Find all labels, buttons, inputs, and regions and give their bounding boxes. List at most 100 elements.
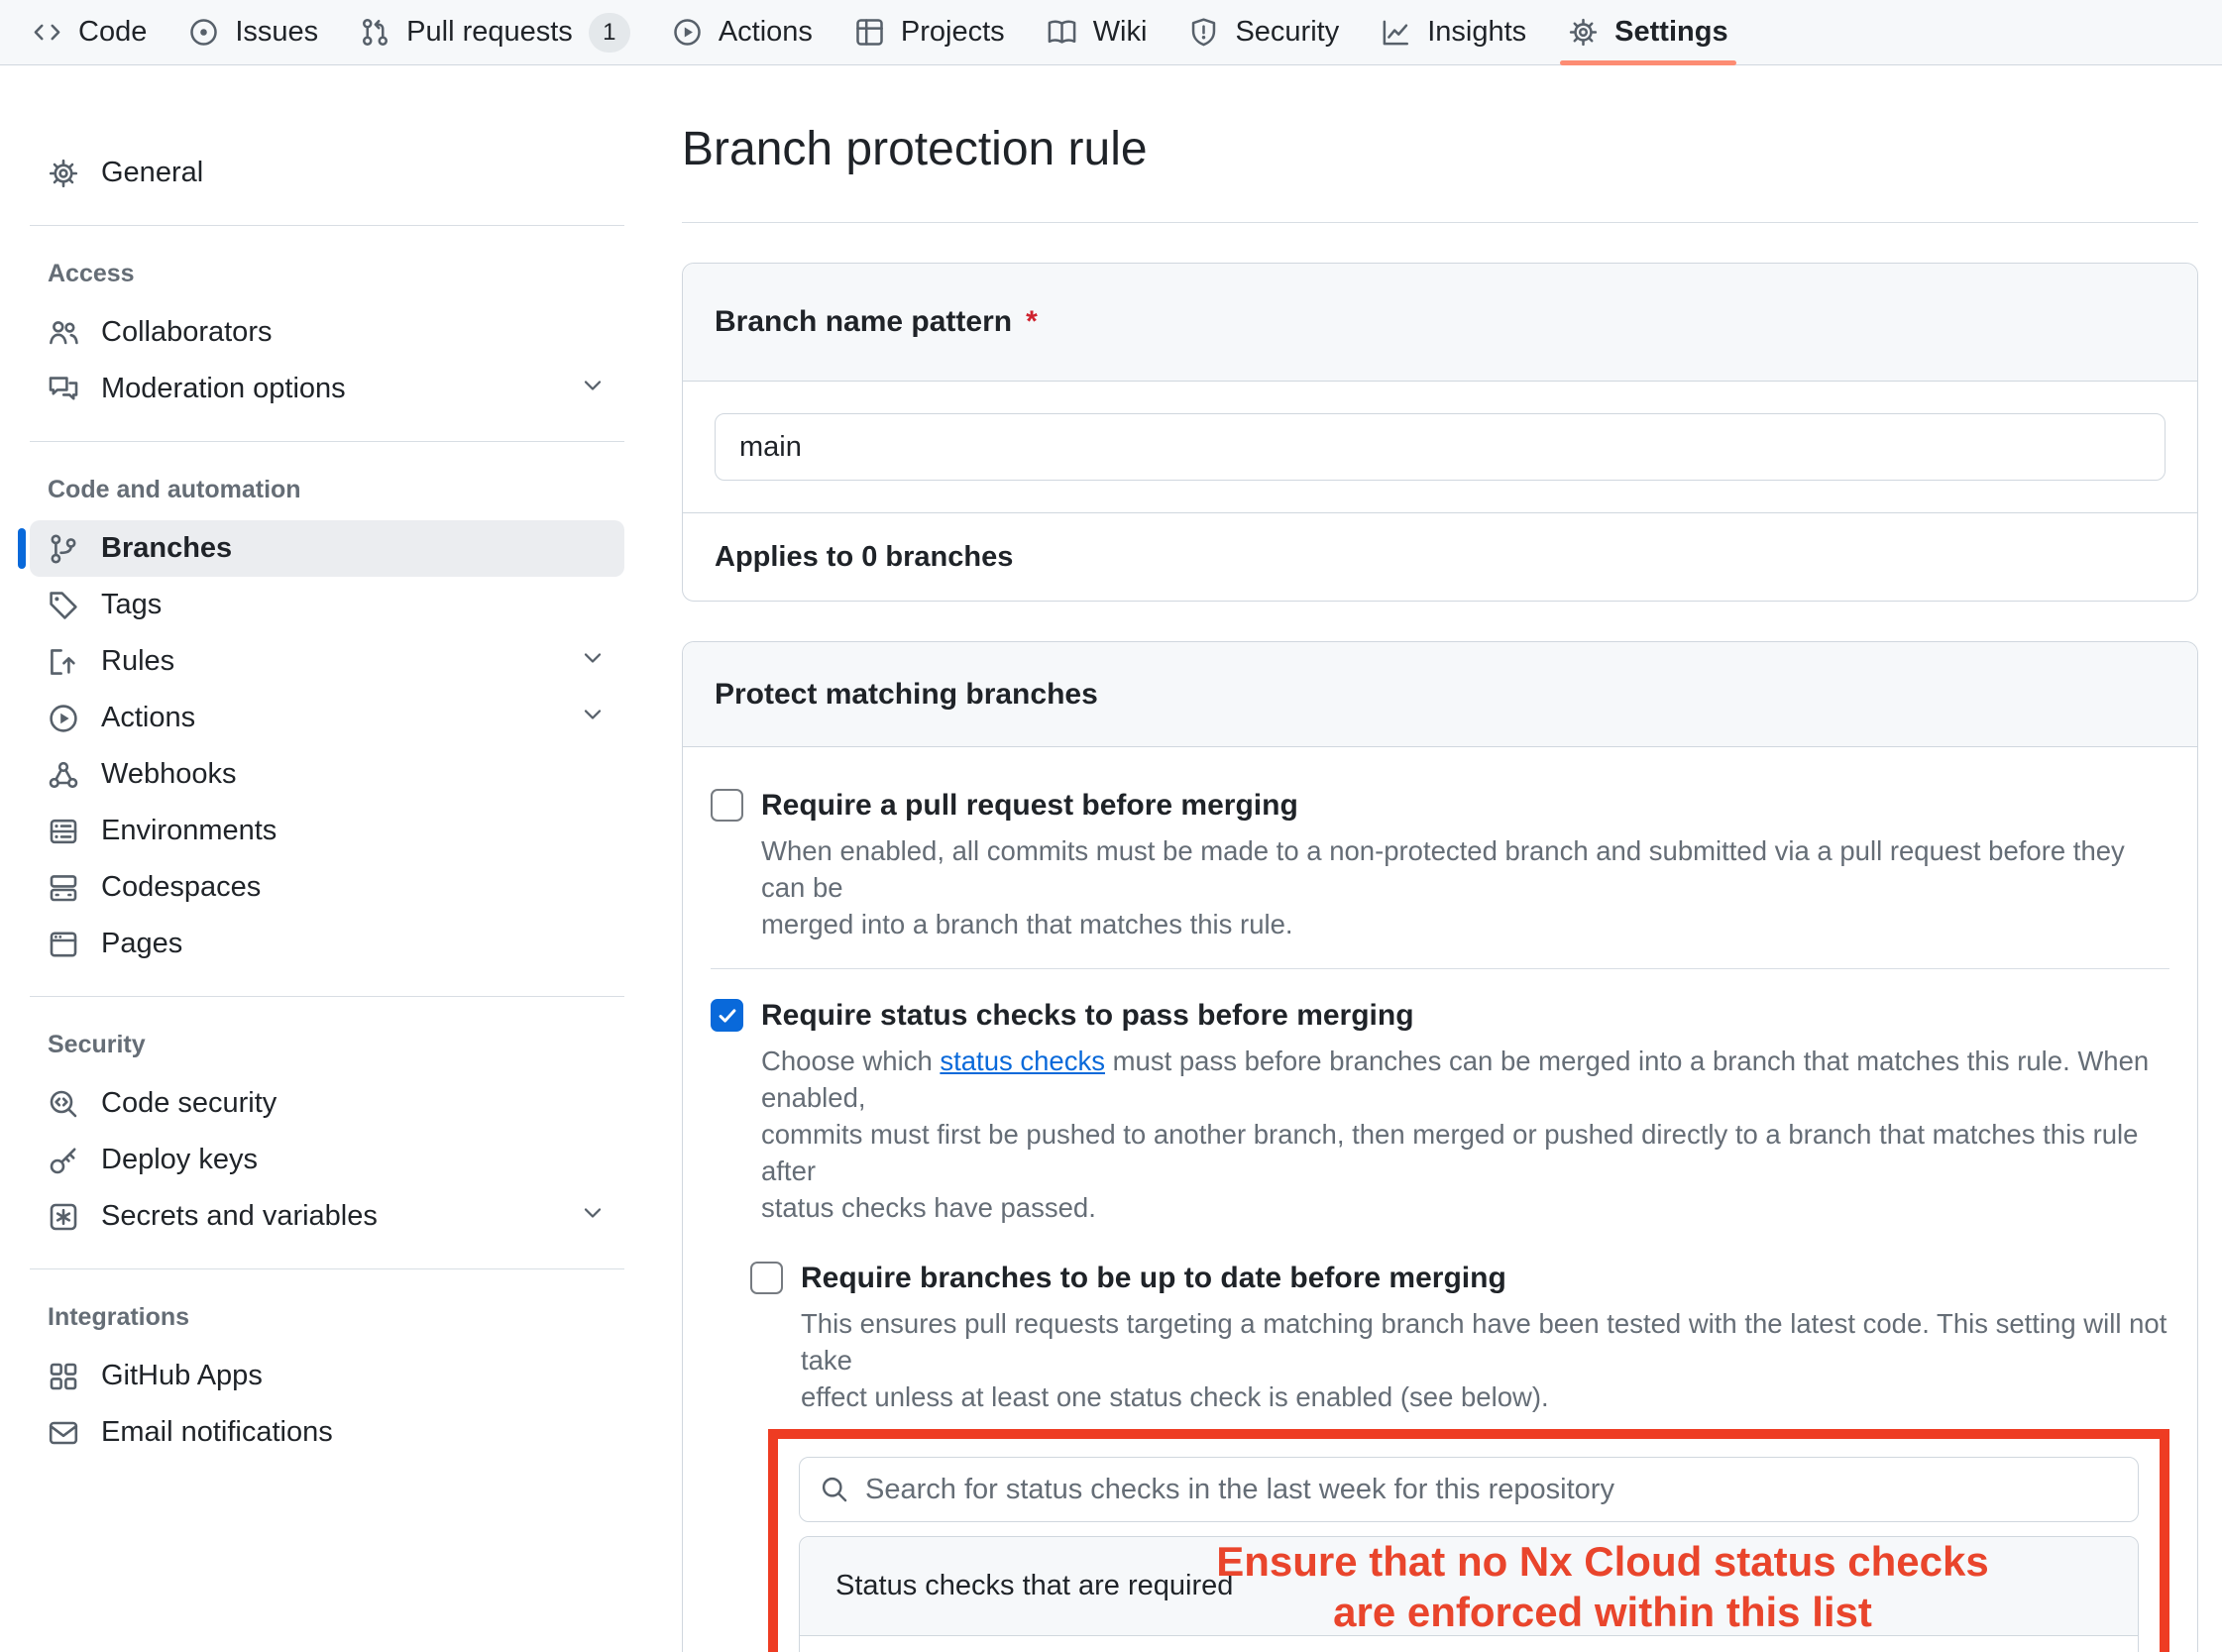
required-asterisk: * (1026, 305, 1038, 339)
branch-name-pattern-card: Branch name pattern * Applies to 0 branc… (682, 263, 2198, 602)
chevron-down-icon[interactable] (579, 372, 607, 407)
sidebar-item-label: Collaborators (101, 316, 272, 349)
graph-icon (1381, 17, 1411, 48)
tab-wiki[interactable]: Wiki (1029, 0, 1166, 64)
chevron-down-icon[interactable] (579, 644, 607, 680)
sidebar-item-label: Branches (101, 532, 232, 565)
sidebar-item-label: Secrets and variables (101, 1200, 378, 1233)
require-pull-request-section: Require a pull request before merging Wh… (711, 785, 2169, 968)
require-up-to-date-checkbox[interactable] (750, 1262, 783, 1294)
chevron-down-icon[interactable] (579, 701, 607, 736)
chevron-down-icon[interactable] (579, 1199, 607, 1235)
sidebar-item-moderation-options[interactable]: Moderation options (30, 361, 624, 417)
tab-label: Issues (235, 16, 318, 49)
tab-label: Insights (1427, 16, 1526, 49)
sidebar-divider (30, 441, 624, 442)
tab-label: Code (78, 16, 147, 49)
annotation-text: Ensure that no Nx Cloud status checks ar… (1127, 1536, 2078, 1637)
require-pull-request-label: Require a pull request before merging (761, 785, 1298, 826)
webhook-icon (48, 759, 79, 791)
sidebar-item-webhooks[interactable]: Webhooks (30, 746, 624, 803)
status-check-search-input[interactable] (799, 1457, 2139, 1522)
sidebar-item-label: Code security (101, 1087, 277, 1120)
people-icon (48, 317, 79, 349)
server-icon (48, 816, 79, 847)
tab-security[interactable]: Security (1170, 0, 1357, 64)
sidebar-item-codespaces[interactable]: Codespaces (30, 859, 624, 916)
sidebar-item-github-apps[interactable]: GitHub Apps (30, 1348, 624, 1404)
branch-protection-content: Branch protection rule Branch name patte… (682, 65, 2198, 1652)
sidebar-item-secrets-and-variables[interactable]: Secrets and variables (30, 1188, 624, 1245)
require-status-checks-checkbox[interactable] (711, 999, 743, 1032)
tab-label: Pull requests (406, 16, 573, 49)
codescan-icon (48, 1088, 79, 1120)
required-status-checks-header: Status checks that are required Ensure t… (800, 1537, 2138, 1636)
require-up-to-date-section: Require branches to be up to date before… (750, 1258, 2169, 1652)
codespaces-icon (48, 872, 79, 904)
tab-label: Wiki (1093, 16, 1148, 49)
status-checks-link[interactable]: status checks (940, 1046, 1105, 1076)
sidebar-item-deploy-keys[interactable]: Deploy keys (30, 1132, 624, 1188)
sidebar-section-title: Code and automation (48, 476, 654, 504)
sidebar-divider (30, 1268, 624, 1269)
branch-name-pattern-header: Branch name pattern * (683, 264, 2197, 382)
tab-label: Security (1235, 16, 1339, 49)
applies-to-branches-text: Applies to 0 branches (715, 541, 1013, 574)
sidebar-item-label: Email notifications (101, 1416, 333, 1449)
sidebar-item-collaborators[interactable]: Collaborators (30, 304, 624, 361)
tab-insights[interactable]: Insights (1363, 0, 1544, 64)
protect-matching-branches-card: Protect matching branches Require a pull… (682, 641, 2198, 1652)
book-icon (1047, 17, 1077, 48)
secret-asterisk-icon (48, 1201, 79, 1233)
sidebar-item-environments[interactable]: Environments (30, 803, 624, 859)
apps-icon (48, 1361, 79, 1392)
sidebar-section-title: Integrations (48, 1303, 654, 1332)
play-icon (48, 703, 79, 734)
require-up-to-date-description: This ensures pull requests targeting a m… (801, 1305, 2169, 1415)
tab-label: Projects (901, 16, 1005, 49)
sidebar-item-label: Actions (101, 702, 195, 734)
mail-icon (48, 1417, 79, 1449)
tab-pull-requests[interactable]: Pull requests 1 (342, 0, 648, 64)
pull-request-count-badge: 1 (589, 13, 630, 53)
require-status-checks-section: Require status checks to pass before mer… (711, 968, 2169, 1652)
sidebar-item-label: Tags (101, 589, 162, 621)
sidebar-item-code-security[interactable]: Code security (30, 1075, 624, 1132)
sidebar-item-pages[interactable]: Pages (30, 916, 624, 972)
shield-icon (1188, 17, 1219, 48)
page-title: Branch protection rule (682, 121, 2198, 178)
gear-icon (48, 158, 79, 189)
sidebar-item-label: Codespaces (101, 871, 261, 904)
sidebar-item-tags[interactable]: Tags (30, 577, 624, 633)
require-up-to-date-label: Require branches to be up to date before… (801, 1258, 1506, 1298)
sidebar-section-title: Security (48, 1031, 654, 1059)
sidebar-item-rules[interactable]: Rules (30, 633, 624, 690)
sidebar-section-title: Access (48, 260, 654, 288)
require-status-checks-description: Choose which status checks must pass bef… (761, 1043, 2169, 1226)
sidebar-item-label: General (101, 157, 203, 189)
sidebar-item-actions[interactable]: Actions (30, 690, 624, 746)
sidebar-divider (30, 996, 624, 997)
require-pull-request-description: When enabled, all commits must be made t… (761, 832, 2169, 942)
repo-nav: Code Issues Pull requests 1 Actions Proj… (0, 0, 2222, 65)
sidebar-item-general[interactable]: General (30, 145, 624, 201)
require-pull-request-checkbox[interactable] (711, 789, 743, 822)
tab-issues[interactable]: Issues (170, 0, 336, 64)
sidebar-item-branches[interactable]: Branches (30, 520, 624, 577)
checkmark-icon (716, 1004, 739, 1028)
browser-icon (48, 929, 79, 960)
play-icon (672, 17, 703, 48)
sidebar-item-label: Deploy keys (101, 1144, 258, 1176)
issue-opened-icon (188, 17, 219, 48)
tab-label: Settings (1614, 16, 1727, 49)
annotation-highlight-box: Status checks that are required Ensure t… (768, 1429, 2169, 1652)
tab-projects[interactable]: Projects (836, 0, 1023, 64)
sidebar-item-label: Pages (101, 928, 182, 960)
tab-settings[interactable]: Settings (1550, 0, 1745, 64)
tab-code[interactable]: Code (14, 0, 165, 64)
applies-to-branches-row: Applies to 0 branches (683, 512, 2197, 601)
tab-actions[interactable]: Actions (654, 0, 831, 64)
sidebar-item-email-notifications[interactable]: Email notifications (30, 1404, 624, 1461)
title-divider (682, 222, 2198, 223)
branch-name-pattern-input[interactable] (715, 413, 2166, 481)
